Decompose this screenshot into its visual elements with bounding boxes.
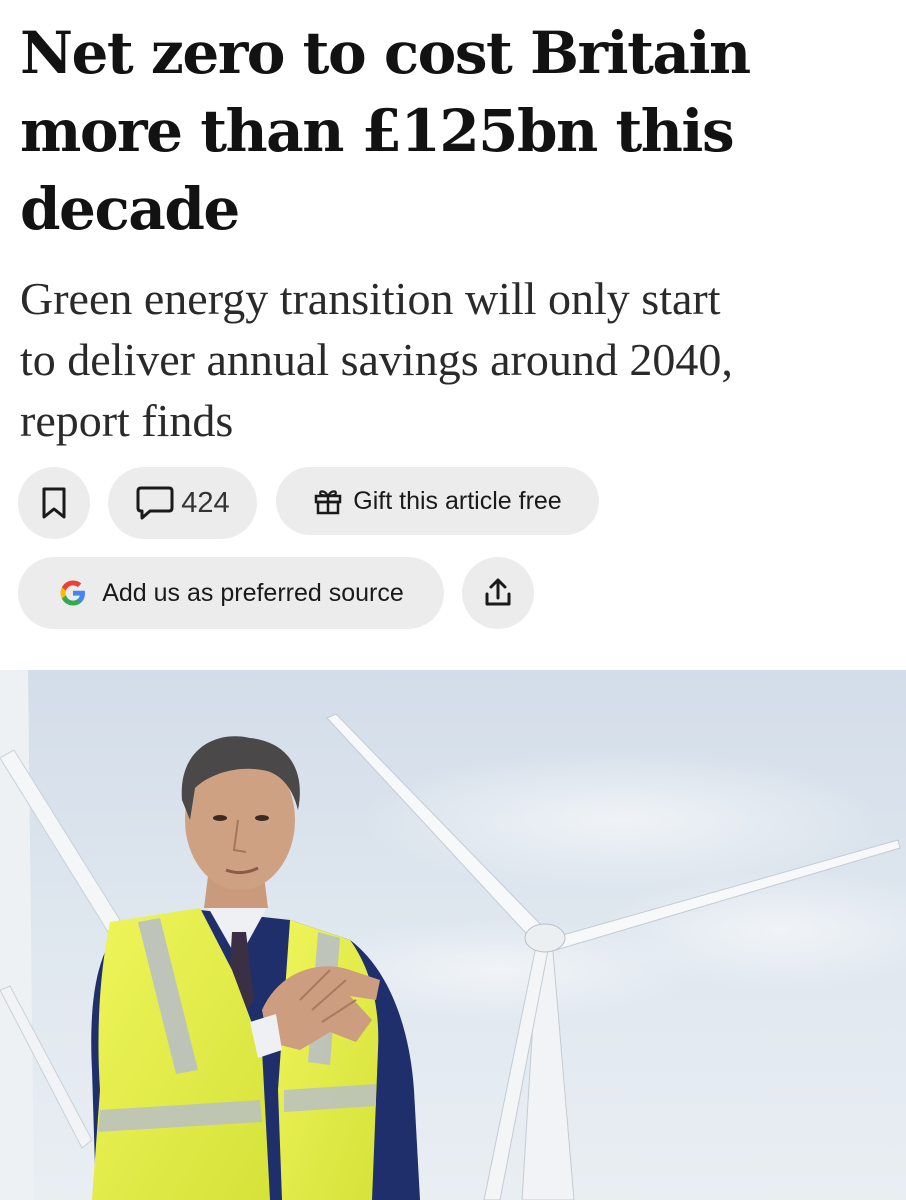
standfirst-line: report finds <box>20 395 234 446</box>
hero-photo <box>0 670 906 1200</box>
article-headline: Net zero to cost Britain more than £125b… <box>20 14 890 248</box>
bookmark-button[interactable] <box>18 467 90 539</box>
gift-icon <box>315 490 342 515</box>
preferred-source-button[interactable]: Add us as preferred source <box>18 557 444 629</box>
share-upload-icon <box>485 578 511 606</box>
article-standfirst: Green energy transition will only start … <box>20 268 906 451</box>
headline-line: decade <box>20 175 240 243</box>
headline-line: Net zero to cost Britain <box>20 19 751 87</box>
gift-label: Gift this article free <box>353 486 562 515</box>
bookmark-icon <box>42 487 66 519</box>
preferred-source-label: Add us as preferred source <box>102 578 404 607</box>
google-g-icon <box>60 580 86 606</box>
gift-article-button[interactable]: Gift this article free <box>276 467 599 535</box>
comment-count: 424 <box>181 486 230 519</box>
comments-button[interactable]: 424 <box>108 467 257 539</box>
standfirst-line: Green energy transition will only start <box>20 273 721 324</box>
share-button[interactable] <box>462 557 534 629</box>
standfirst-line: to deliver annual savings around 2040, <box>20 334 733 385</box>
comment-bubble-icon <box>136 486 174 520</box>
headline-line: more than £125bn this <box>20 97 735 165</box>
